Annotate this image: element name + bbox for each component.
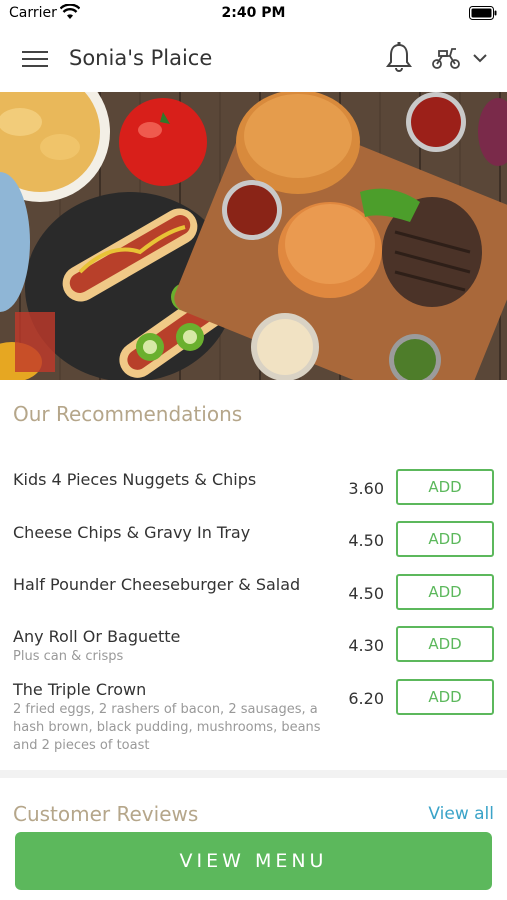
recommendations-title: Our Recommendations: [13, 402, 243, 426]
add-button[interactable]: ADD: [396, 626, 494, 662]
food-spread-image: [0, 92, 507, 380]
view-all-link[interactable]: View all: [428, 804, 494, 824]
page-title: Sonia's Plaice: [69, 46, 213, 70]
battery-icon: [469, 6, 497, 20]
add-button[interactable]: ADD: [396, 679, 494, 715]
item-price: 4.50: [348, 584, 384, 603]
item-name: The Triple Crown: [13, 680, 147, 699]
status-bar: Carrier 2:40 PM: [0, 0, 507, 28]
hero-image: [0, 92, 507, 380]
section-divider: [0, 770, 507, 778]
item-description: 2 fried eggs, 2 rashers of bacon, 2 saus…: [13, 702, 321, 753]
reviews-title: Customer Reviews: [13, 802, 199, 826]
add-button[interactable]: ADD: [396, 469, 494, 505]
item-price: 4.30: [348, 636, 384, 655]
add-button[interactable]: ADD: [396, 521, 494, 557]
add-button[interactable]: ADD: [396, 574, 494, 610]
hamburger-menu-icon[interactable]: [22, 48, 48, 70]
item-price: 4.50: [348, 531, 384, 550]
item-name: Kids 4 Pieces Nuggets & Chips: [13, 470, 257, 489]
item-name: Any Roll Or Baguette: [13, 627, 181, 646]
delivery-scooter-icon[interactable]: [430, 46, 462, 70]
item-price: 6.20: [348, 689, 384, 708]
app-header: Sonia's Plaice: [0, 28, 507, 92]
item-name: Half Pounder Cheeseburger & Salad: [13, 575, 301, 594]
chevron-down-icon[interactable]: [472, 52, 488, 64]
bell-icon[interactable]: [385, 42, 413, 74]
view-menu-button[interactable]: VIEW MENU: [15, 832, 492, 890]
status-time: 2:40 PM: [221, 5, 286, 21]
item-description: Plus can & crisps: [13, 649, 124, 664]
item-name: Cheese Chips & Gravy In Tray: [13, 523, 251, 542]
item-price: 3.60: [348, 479, 384, 498]
